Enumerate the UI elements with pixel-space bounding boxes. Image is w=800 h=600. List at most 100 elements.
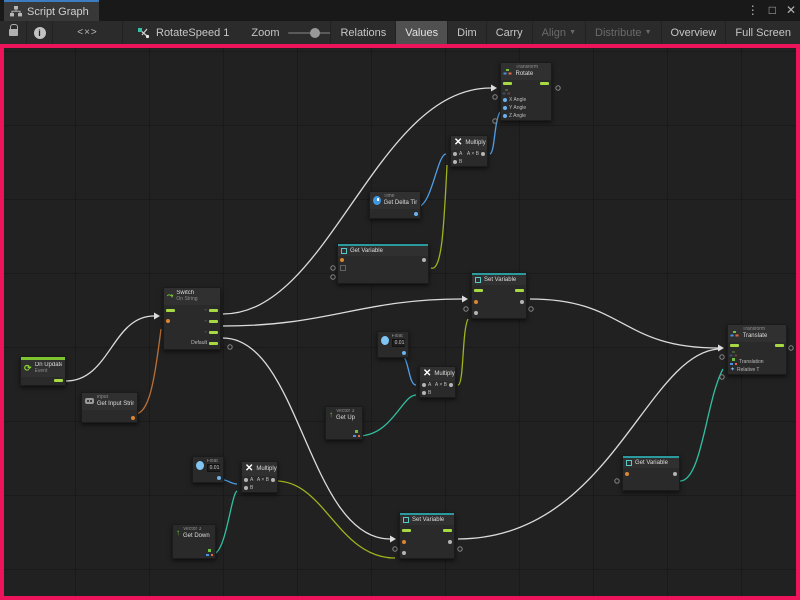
info-icon: i: [34, 27, 46, 39]
switch-icon: ⤳: [167, 292, 173, 300]
graph-toolbar: i <×> RotateSpeed 1 Zoom 0.4x Relations …: [0, 21, 800, 44]
multiply-b-port[interactable]: [244, 486, 248, 490]
edit-graph-button[interactable]: <×>: [53, 21, 123, 44]
flow-out-port[interactable]: [515, 289, 524, 292]
node-get-up[interactable]: ↑ Vector 3 Get Up: [325, 406, 363, 440]
node-multiply-top[interactable]: ✕ Multiply A A × B B: [450, 135, 488, 167]
switch-case-out-port[interactable]: [209, 331, 218, 334]
relative-to-icon[interactable]: ✦: [730, 367, 735, 373]
variable-value-out-port[interactable]: [448, 540, 452, 544]
variable-cube-icon: [341, 248, 347, 254]
node-set-variable-mid[interactable]: Set Variable: [471, 272, 527, 319]
values-button[interactable]: Values: [396, 21, 448, 44]
multiply-out-port[interactable]: [449, 383, 453, 387]
flow-in-port[interactable]: [730, 344, 739, 347]
z-angle-port[interactable]: [503, 114, 507, 118]
node-get-delta-time[interactable]: Time Get Delta Time: [369, 191, 421, 219]
float-value-input[interactable]: 0.01: [392, 339, 405, 347]
tab-script-graph[interactable]: Script Graph: [4, 0, 99, 21]
transform-icon: [733, 331, 736, 334]
float-out-port[interactable]: [402, 351, 406, 355]
node-float-mid[interactable]: Float 0.01: [377, 331, 409, 358]
variable-value-in-port[interactable]: [474, 311, 478, 315]
node-get-input-string[interactable]: Input Get Input String: [81, 392, 138, 423]
zoom-slider-handle[interactable]: [310, 28, 320, 38]
relations-button[interactable]: Relations: [331, 21, 396, 44]
flow-in-port[interactable]: [474, 289, 483, 292]
x-angle-port[interactable]: [503, 98, 507, 102]
chevron-down-icon: ▼: [645, 29, 652, 36]
multiply-b-port[interactable]: [422, 391, 426, 395]
variable-value-out-port[interactable]: [422, 258, 426, 262]
graph-breadcrumb[interactable]: RotateSpeed 1: [137, 27, 229, 39]
multiply-a-port[interactable]: [453, 152, 457, 156]
up-arrow-icon: ↑: [176, 529, 180, 537]
self-transform-icon[interactable]: [732, 351, 735, 354]
variable-name-port[interactable]: [402, 540, 406, 544]
flow-out-port[interactable]: [540, 82, 549, 85]
node-on-update[interactable]: ⟳ On Update Event: [20, 356, 66, 386]
float-icon: [381, 336, 389, 345]
multiply-a-port[interactable]: [244, 478, 248, 482]
input-string-out-port[interactable]: [131, 416, 135, 420]
info-button[interactable]: i: [27, 21, 53, 44]
switch-flow-in-port[interactable]: [166, 309, 175, 312]
variable-name-port[interactable]: [625, 472, 629, 476]
node-get-down[interactable]: ↑ Vector 3 Get Down: [172, 524, 216, 559]
variable-value-out-port[interactable]: [520, 300, 524, 304]
flow-out-port[interactable]: [775, 344, 784, 347]
switch-default-out-port[interactable]: [209, 342, 218, 345]
window-titlebar: Script Graph ⋮ □ ✕: [0, 0, 800, 21]
tab-title: Script Graph: [27, 6, 89, 18]
multiply-out-port[interactable]: [481, 152, 485, 156]
multiply-out-port[interactable]: [271, 478, 275, 482]
fullscreen-button[interactable]: Full Screen: [726, 21, 800, 44]
node-multiply-bottom[interactable]: ✕ Multiply A A × B B: [241, 461, 278, 493]
multiply-b-port[interactable]: [453, 160, 457, 164]
variable-cube-icon: [475, 277, 481, 283]
flow-out-port[interactable]: [443, 529, 452, 532]
switch-selector-port[interactable]: [166, 319, 170, 323]
maximize-icon[interactable]: □: [769, 0, 776, 21]
variable-name-port[interactable]: [340, 258, 344, 262]
graph-node-icon: [137, 27, 150, 39]
switch-case-out-port[interactable]: [209, 309, 218, 312]
self-transform-icon[interactable]: [505, 89, 508, 92]
node-translate[interactable]: Transform Translate Translation ✦ Relati…: [727, 324, 787, 375]
variable-object-icon[interactable]: [340, 265, 346, 271]
window-menu-icon[interactable]: ⋮: [747, 0, 759, 21]
node-set-variable-bottom[interactable]: Set Variable: [399, 512, 455, 559]
node-switch-on-string[interactable]: ⤳ Switch On String "" "" "" Default: [163, 287, 221, 350]
node-get-variable-right[interactable]: Get Variable: [622, 455, 680, 491]
overview-button[interactable]: Overview: [662, 21, 727, 44]
node-rotate[interactable]: Transform Rotate X Angle Y Angle Z Angle: [500, 62, 552, 121]
translation-port[interactable]: [730, 358, 737, 365]
switch-case-out-port[interactable]: [209, 320, 218, 323]
carry-button[interactable]: Carry: [487, 21, 533, 44]
float-out-port[interactable]: [217, 476, 221, 480]
dim-button[interactable]: Dim: [448, 21, 487, 44]
vector3-out-port[interactable]: [206, 549, 213, 556]
zoom-label: Zoom: [251, 27, 279, 39]
flow-in-port[interactable]: [503, 82, 512, 85]
delta-time-out-port[interactable]: [414, 212, 418, 216]
node-get-variable-top[interactable]: Get Variable: [337, 243, 429, 284]
up-arrow-icon: ↑: [329, 411, 333, 419]
multiply-icon: ✕: [423, 369, 431, 379]
close-icon[interactable]: ✕: [786, 0, 796, 21]
lock-icon: [9, 29, 18, 36]
update-flow-out-port[interactable]: [54, 379, 63, 382]
clock-icon: [373, 196, 381, 205]
lock-button[interactable]: [0, 21, 27, 44]
y-angle-port[interactable]: [503, 106, 507, 110]
node-multiply-mid[interactable]: ✕ Multiply A A × B B: [419, 366, 456, 398]
node-float-bottom[interactable]: Float 0.01: [192, 456, 224, 483]
variable-value-in-port[interactable]: [402, 551, 406, 555]
variable-name-port[interactable]: [474, 300, 478, 304]
script-graph-icon: [10, 6, 22, 17]
vector3-out-port[interactable]: [353, 430, 360, 437]
flow-in-port[interactable]: [402, 529, 411, 532]
float-value-input[interactable]: 0.01: [207, 464, 220, 472]
variable-value-out-port[interactable]: [673, 472, 677, 476]
multiply-a-port[interactable]: [422, 383, 426, 387]
